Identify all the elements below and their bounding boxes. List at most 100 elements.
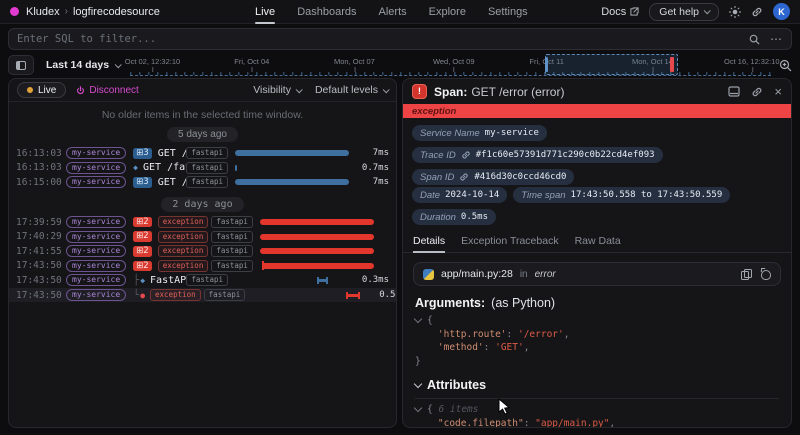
badge-label: Duration: [420, 212, 456, 223]
trace-row-list: 16:13:03my-service⊞3GET /fastapi7ms16:13…: [9, 146, 396, 302]
link-icon[interactable]: [461, 150, 471, 160]
trace-row[interactable]: 16:13:03my-service⊞3GET /fastapi7ms: [9, 146, 396, 161]
trace-row[interactable]: 16:15:00my-service⊞3GET /fastapi7ms: [9, 175, 396, 190]
top-header: Kludex › logfirecodesource Live Dashboard…: [0, 0, 800, 24]
badge-label: Service Name: [420, 128, 480, 139]
service-chip: my-service: [66, 176, 126, 188]
more-options-button[interactable]: ⋯: [770, 34, 783, 44]
live-toggle[interactable]: Live: [17, 82, 66, 98]
arguments-section: Arguments:(as Python) { 'http.route': '/…: [403, 290, 791, 368]
span-detail-panel: ! Span:GET /error (error) × exception Se…: [402, 78, 792, 428]
nav-item-explore[interactable]: Explore: [429, 0, 466, 24]
duration-label: 0.7ms: [353, 163, 389, 173]
main-nav: Live Dashboards Alerts Explore Settings: [255, 0, 528, 24]
timeline-tick: Mon, Oct 07: [334, 57, 375, 66]
child-count-badge[interactable]: ⊞3: [133, 148, 152, 159]
service-chip: my-service: [66, 289, 126, 301]
attributes-heading[interactable]: Attributes: [415, 378, 779, 392]
meta-badge-span-id[interactable]: Span ID #416d30c0ccd46cd0: [412, 169, 574, 185]
code-line: 'method': 'GET',: [415, 341, 779, 355]
duration-label: 0.5ms: [370, 290, 397, 300]
share-link-button[interactable]: [751, 6, 763, 18]
tag-fastapi: fastapi: [211, 260, 253, 272]
sidebar-icon: [16, 61, 26, 70]
span-bar: [347, 294, 360, 297]
sidebar-toggle-button[interactable]: [8, 55, 34, 75]
service-chip: my-service: [66, 162, 126, 174]
trace-row[interactable]: 17:39:59my-service⊞2GET /errorexceptionf…: [9, 215, 396, 230]
meta-badge-duration: Duration0.5ms: [412, 209, 496, 225]
visibility-dropdown[interactable]: Visibility: [253, 84, 301, 96]
live-panel-header: Live Disconnect Visibility Default level…: [9, 79, 396, 102]
arguments-segment: ,: [564, 329, 570, 340]
tag-exception: exception: [158, 260, 209, 272]
child-count-badge[interactable]: ⊞2: [133, 217, 152, 228]
trace-row[interactable]: 17:43:50my-service⊞2GET /errorexceptionf…: [9, 259, 396, 274]
link-icon[interactable]: [459, 172, 469, 182]
breadcrumb-separator: ›: [65, 6, 68, 17]
divider: [415, 398, 779, 399]
duration-label: 7ms: [378, 217, 397, 227]
nav-item-alerts[interactable]: Alerts: [379, 0, 407, 24]
badge-label: Span ID: [420, 172, 454, 183]
copy-link-icon[interactable]: [751, 86, 763, 98]
user-avatar[interactable]: K: [773, 3, 790, 20]
dock-panel-icon[interactable]: [728, 86, 740, 97]
disconnect-button[interactable]: Disconnect: [76, 85, 138, 96]
copy-icon[interactable]: [741, 269, 750, 279]
close-panel-button[interactable]: ×: [774, 87, 782, 97]
tag-fastapi: fastapi: [204, 289, 246, 301]
tab-exception-traceback[interactable]: Exception Traceback: [461, 235, 558, 252]
timeline-zoom-button[interactable]: [779, 59, 792, 72]
trace-row[interactable]: 17:43:50my-service└●GET /error (error)ex…: [9, 288, 396, 303]
get-help-button[interactable]: Get help: [649, 3, 719, 21]
trace-row[interactable]: 17:43:50my-service├◆FastAPI argumentsfas…: [9, 273, 396, 288]
span-bar: [235, 165, 237, 171]
search-icon[interactable]: [749, 34, 760, 45]
github-icon[interactable]: [760, 269, 771, 279]
selection-handle[interactable]: [545, 57, 548, 72]
nav-item-settings[interactable]: Settings: [488, 0, 528, 24]
arguments-segment: '/error': [518, 329, 564, 340]
timeline-selection[interactable]: [545, 54, 678, 75]
breadcrumb-project[interactable]: logfirecodesource: [73, 6, 160, 18]
tab-details[interactable]: Details: [413, 235, 445, 252]
child-count-badge[interactable]: ⊞2: [133, 231, 152, 242]
timeline-tick: Fri, Oct 04: [234, 57, 269, 66]
tag-exception: exception: [158, 216, 209, 228]
tag-exception: exception: [158, 245, 209, 257]
default-levels-dropdown[interactable]: Default levels: [315, 84, 388, 96]
meta-badge-trace-id[interactable]: Trace ID#f1c60e57391d771c290c0b22cd4ef09…: [412, 147, 663, 163]
child-count-badge[interactable]: ⊞3: [133, 177, 152, 188]
docs-link[interactable]: Docs: [601, 6, 639, 18]
tag-group: exceptionfastapi: [158, 245, 253, 257]
timeline[interactable]: Oct 02, 12:32:10Fri, Oct 04Mon, Oct 07We…: [130, 54, 771, 76]
trace-row[interactable]: 16:13:03my-service◆GET /favicon.icofasta…: [9, 161, 396, 176]
breadcrumb-org[interactable]: Kludex: [26, 6, 60, 18]
empty-state: No older items in the selected time wind…: [9, 102, 396, 146]
badge-value: #416d30c0ccd46cd0: [474, 172, 566, 182]
time-range-dropdown[interactable]: Last 14 days: [42, 59, 130, 71]
code-line: "code.filepath": "app/main.py",: [415, 417, 779, 429]
duration-label: 7ms: [353, 177, 389, 187]
child-count-badge[interactable]: ⊞2: [133, 246, 152, 257]
sql-filter-input[interactable]: [17, 33, 749, 45]
nav-item-dashboards[interactable]: Dashboards: [297, 0, 356, 24]
trace-row[interactable]: 17:40:29my-service⊞2GET /errorexceptionf…: [9, 229, 396, 244]
sun-icon: [729, 6, 741, 18]
tab-raw-data[interactable]: Raw Data: [575, 235, 621, 252]
timeline-tick: Oct 02, 12:32:10: [125, 57, 180, 66]
chevron-down-icon: [383, 86, 390, 93]
meta-badge-time-span: Time span17:43:50.558 to 17:43:50.559: [513, 187, 730, 203]
arguments-segment: 'GET': [495, 342, 524, 353]
trace-timestamp: 17:40:29: [16, 231, 66, 242]
collapse-chevron-icon[interactable]: [414, 315, 422, 323]
theme-toggle-button[interactable]: [729, 6, 741, 18]
chevron-down-icon: [115, 61, 122, 68]
child-count-badge[interactable]: ⊞2: [133, 261, 152, 272]
tag-group: fastapi: [186, 274, 228, 286]
nav-item-live[interactable]: Live: [255, 0, 275, 24]
service-chip: my-service: [66, 274, 126, 286]
trace-row[interactable]: 17:41:55my-service⊞2GET /errorexceptionf…: [9, 244, 396, 259]
collapse-chevron-icon[interactable]: [414, 404, 422, 412]
